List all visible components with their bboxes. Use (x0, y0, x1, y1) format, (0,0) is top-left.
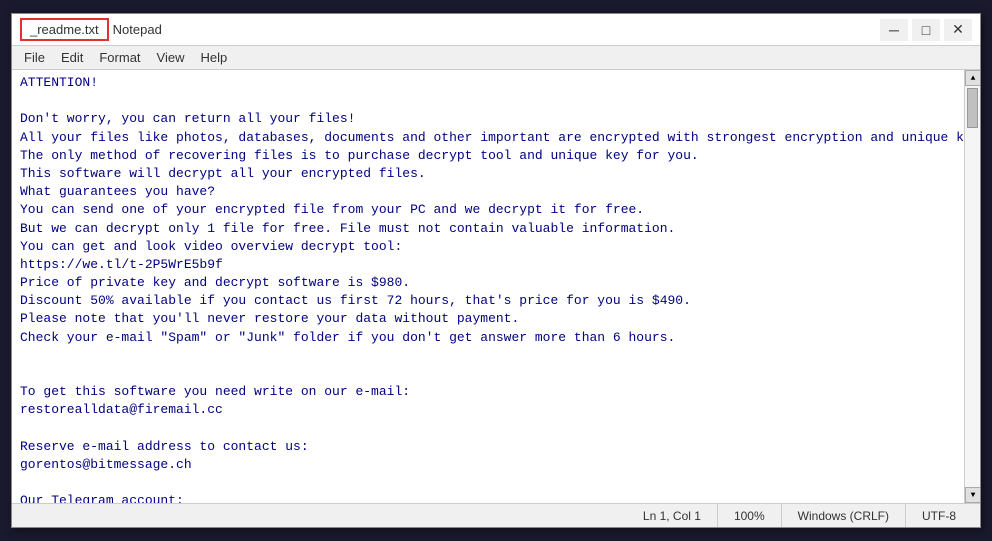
title-bar: _readme.txt Notepad ─ □ ✕ (12, 14, 980, 46)
encoding: UTF-8 (906, 504, 972, 527)
menu-file[interactable]: File (16, 47, 53, 69)
menu-edit[interactable]: Edit (53, 47, 91, 69)
scroll-up-arrow[interactable]: ▲ (965, 70, 980, 86)
zoom-level: 100% (718, 504, 782, 527)
scroll-thumb[interactable] (967, 88, 978, 128)
line-ending: Windows (CRLF) (782, 504, 906, 527)
scroll-track[interactable] (965, 86, 980, 487)
window-controls: ─ □ ✕ (880, 19, 972, 41)
text-area[interactable]: ATTENTION! Don't worry, you can return a… (12, 70, 964, 503)
menu-help[interactable]: Help (192, 47, 235, 69)
minimize-button[interactable]: ─ (880, 19, 908, 41)
menu-view[interactable]: View (149, 47, 193, 69)
cursor-position: Ln 1, Col 1 (627, 504, 718, 527)
menu-format[interactable]: Format (91, 47, 148, 69)
menu-bar: File Edit Format View Help (12, 46, 980, 70)
notepad-window: _readme.txt Notepad ─ □ ✕ File Edit Form… (11, 13, 981, 528)
close-button[interactable]: ✕ (944, 19, 972, 41)
scroll-down-arrow[interactable]: ▼ (965, 487, 980, 503)
app-title: Notepad (113, 22, 880, 37)
maximize-button[interactable]: □ (912, 19, 940, 41)
status-bar: Ln 1, Col 1 100% Windows (CRLF) UTF-8 (12, 503, 980, 527)
title-tab: _readme.txt (20, 18, 109, 41)
document-content: ATTENTION! Don't worry, you can return a… (20, 74, 964, 499)
vertical-scrollbar[interactable]: ▲ ▼ (964, 70, 980, 503)
